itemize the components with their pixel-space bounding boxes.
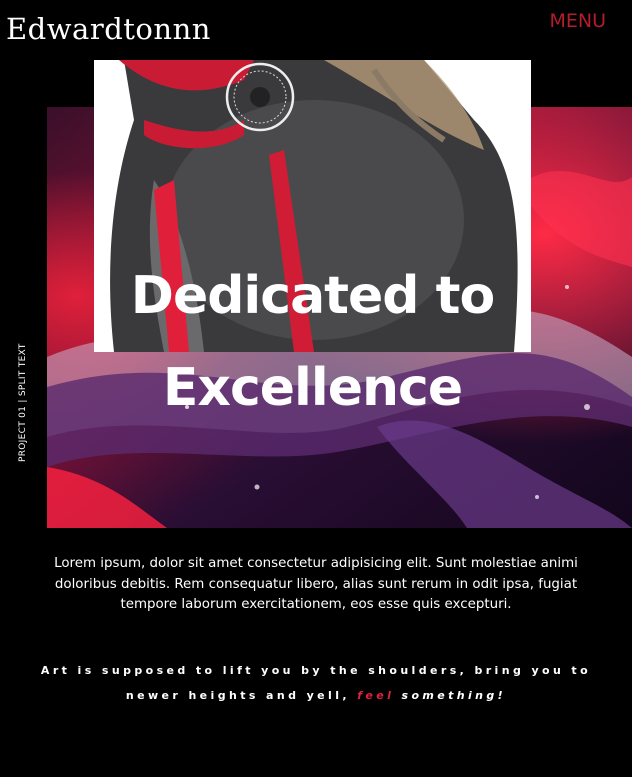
- hero-title-line-2: Excellence: [162, 358, 463, 418]
- art-quote: Art is supposed to lift you by the shoul…: [16, 658, 616, 708]
- intro-paragraph: Lorem ipsum, dolor sit amet consectetur …: [54, 556, 578, 612]
- logo[interactable]: Edwardtonnn: [6, 12, 211, 46]
- quote-part-2: something!: [394, 689, 507, 702]
- menu-button[interactable]: MENU: [549, 10, 606, 32]
- hero-title-line-1: Dedicated to: [130, 266, 495, 326]
- project-label: PROJECT 01 | SPLIT TEXT: [18, 343, 28, 462]
- quote-feel-word: feel: [357, 689, 395, 702]
- quote-part-1: Art is supposed to lift you by the shoul…: [40, 664, 592, 702]
- hero-title: Dedicated to Excellence: [94, 250, 531, 434]
